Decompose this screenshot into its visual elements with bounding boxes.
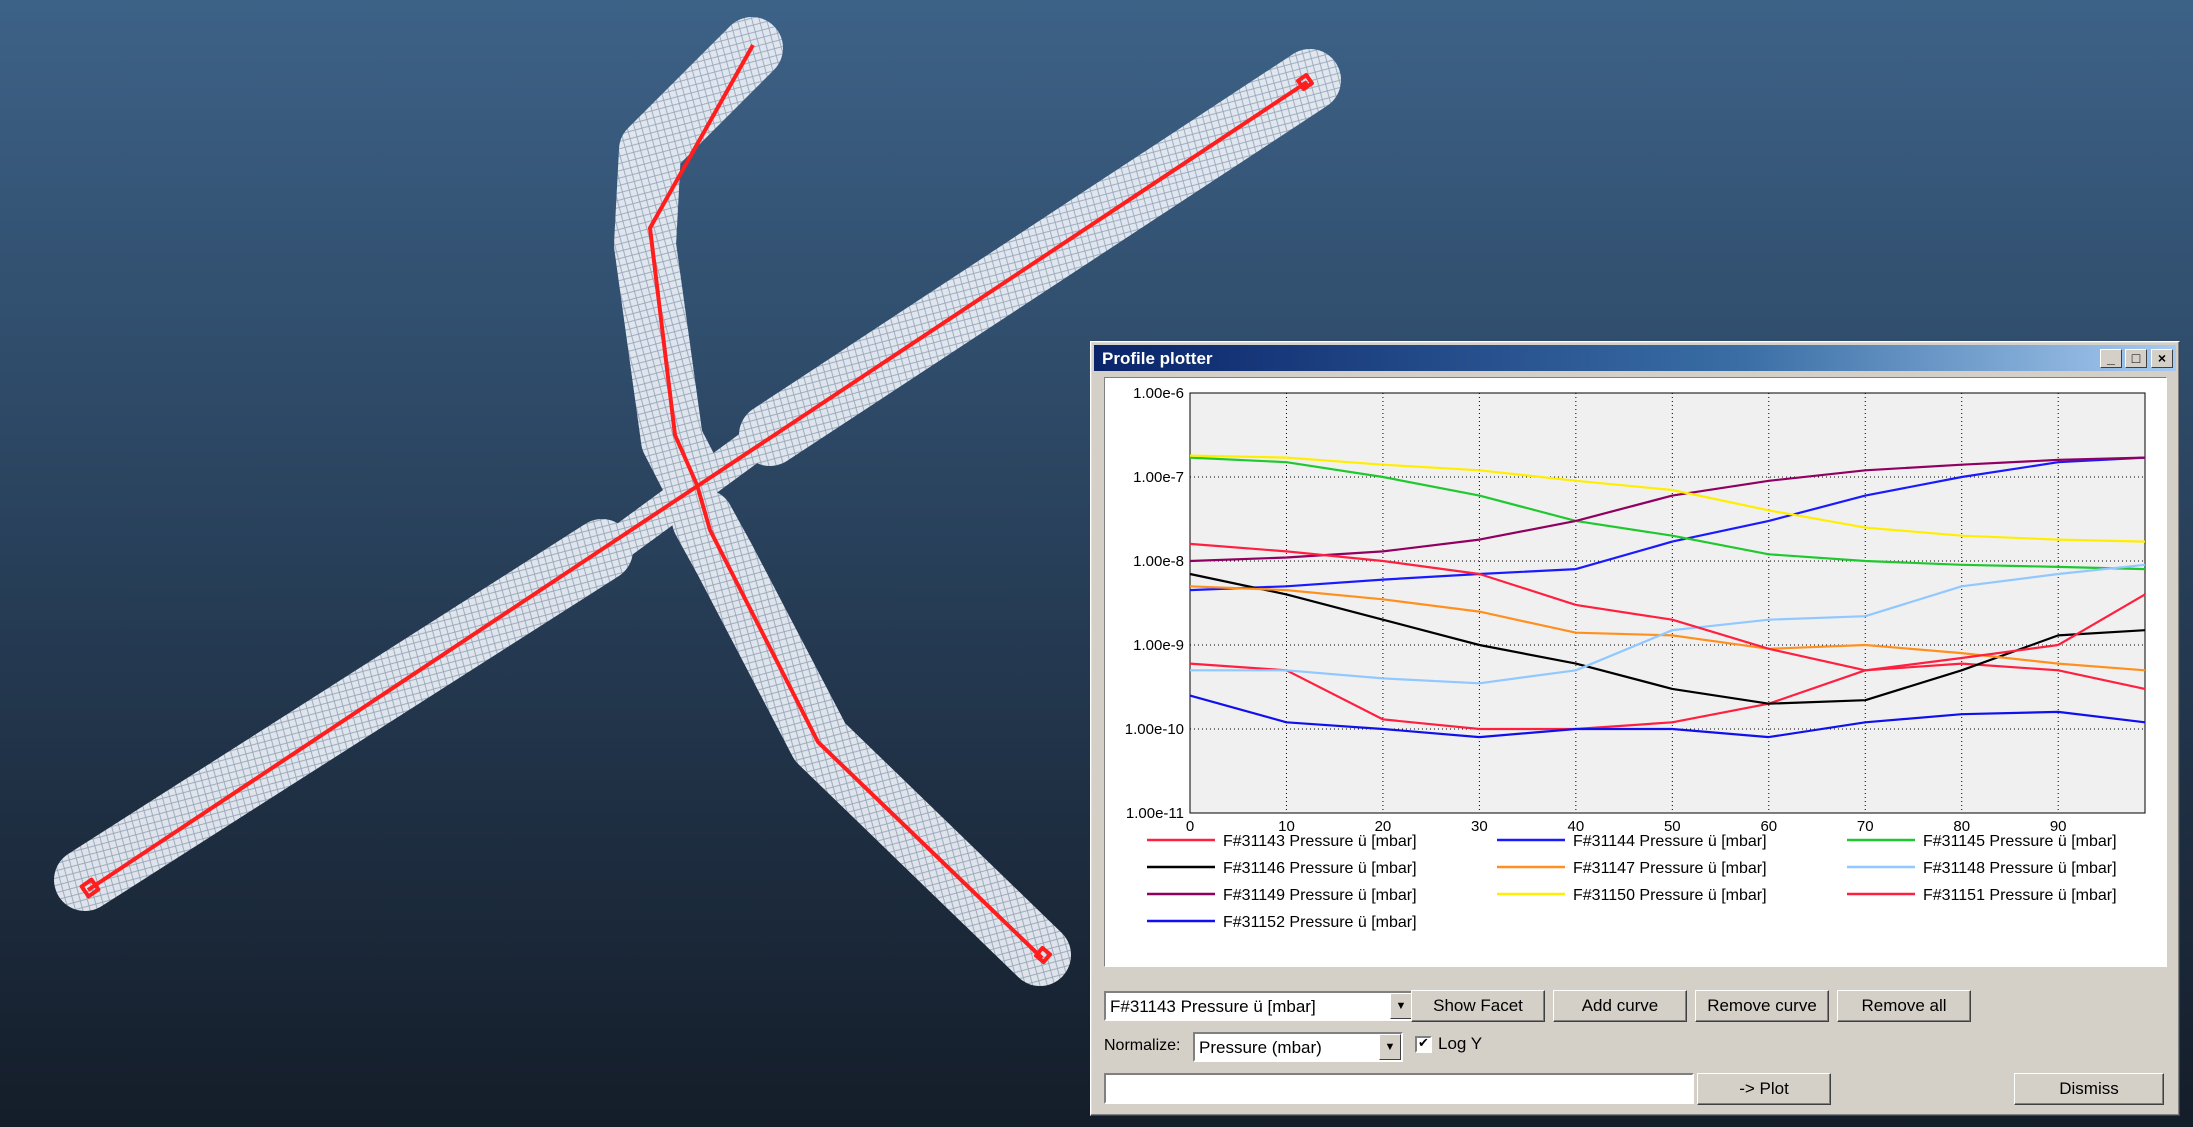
legend-label: F#31147 Pressure ü [mbar] (1573, 860, 1767, 877)
remove-curve-button[interactable]: Remove curve (1695, 990, 1829, 1022)
y-tick-label: 1.00e-11 (1126, 805, 1184, 822)
show-facet-button[interactable]: Show Facet (1411, 990, 1545, 1022)
plot-button[interactable]: -> Plot (1697, 1073, 1831, 1105)
tube-upper-left (614, 17, 783, 506)
y-tick-label: 1.00e-7 (1133, 469, 1184, 486)
window-title: Profile plotter (1102, 349, 1213, 368)
log-y-label: Log Y (1438, 1034, 1483, 1053)
maximize-button[interactable]: □ (2125, 349, 2147, 368)
profile-chart[interactable]: 0 10 20 30 40 50 60 70 80 901.00e-61.00e-71.00e-8… (1105, 378, 2166, 966)
dismiss-button[interactable]: Dismiss (2014, 1073, 2164, 1105)
curve-select[interactable]: F#31143 Pressure ü [mbar] ▼ (1104, 991, 1414, 1021)
legend-label: F#31150 Pressure ü [mbar] (1573, 887, 1767, 904)
legend-label: F#31152 Pressure ü [mbar] (1223, 914, 1417, 931)
minimize-button[interactable]: _ (2100, 349, 2122, 368)
normalize-label: Normalize: (1104, 1037, 1181, 1054)
y-tick-label: 1.00e-6 (1133, 385, 1184, 402)
log-y-checkbox[interactable]: ✔ (1415, 1036, 1432, 1053)
add-curve-button[interactable]: Add curve (1553, 990, 1687, 1022)
normalize-select[interactable]: Pressure (mbar) ▼ (1193, 1032, 1403, 1062)
x-tick-label: 30 (1471, 818, 1488, 835)
plot-area[interactable]: 0 10 20 30 40 50 60 70 80 90 1.00e-6 1.00e-7 1.00e-8… (1104, 377, 2167, 967)
window-titlebar[interactable]: Profile plotter _ □ × (1094, 345, 2176, 371)
formula-input[interactable] (1104, 1073, 1694, 1104)
legend-label: F#31149 Pressure ü [mbar] (1223, 887, 1417, 904)
legend-label: F#31143 Pressure ü [mbar] (1223, 833, 1417, 850)
x-tick-label: 70 (1857, 818, 1874, 835)
curve-select-value: F#31143 Pressure ü [mbar] (1110, 997, 1316, 1016)
y-tick-label: 1.00e-8 (1133, 553, 1184, 570)
legend-label: F#31146 Pressure ü [mbar] (1223, 860, 1417, 877)
profile-plotter-window[interactable]: Profile plotter _ □ × 0 10 20 30 40 50 60 70 80 9… (1090, 341, 2180, 1116)
legend-label: F#31144 Pressure ü [mbar] (1573, 833, 1767, 850)
chevron-down-icon[interactable]: ▼ (1379, 1034, 1401, 1060)
legend-label: F#31145 Pressure ü [mbar] (1923, 833, 2117, 850)
legend-label: F#31151 Pressure ü [mbar] (1923, 887, 2117, 904)
legend-label: F#31148 Pressure ü [mbar] (1923, 860, 2117, 877)
normalize-select-value: Pressure (mbar) (1199, 1038, 1322, 1057)
remove-all-button[interactable]: Remove all (1837, 990, 1971, 1022)
tube-lower-right (672, 489, 1071, 986)
y-tick-label: 1.00e-10 (1125, 721, 1184, 738)
close-button[interactable]: × (2151, 349, 2173, 368)
x-tick-label: 0 (1186, 818, 1194, 835)
plot-background (1190, 393, 2145, 813)
chevron-down-icon[interactable]: ▼ (1390, 993, 1412, 1019)
y-tick-label: 1.00e-9 (1133, 637, 1184, 654)
